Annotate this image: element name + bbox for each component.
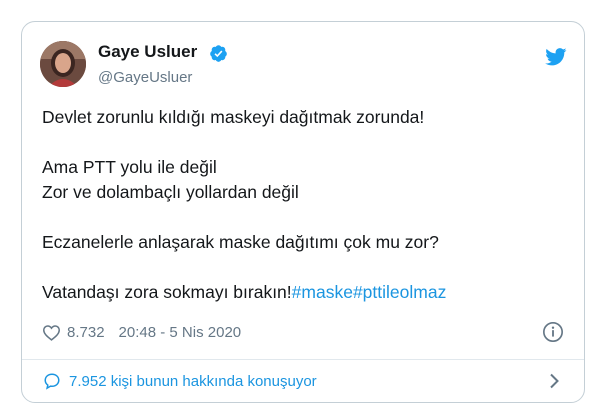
- tweet-line: Zor ve dolambaçlı yollardan değil: [42, 182, 299, 202]
- verified-badge-icon: [210, 45, 227, 62]
- author-handle[interactable]: @GayeUsluer: [98, 69, 192, 86]
- tweet-line: Devlet zorunlu kıldığı maskeyi dağıtmak …: [42, 107, 425, 127]
- chevron-right-icon: [550, 373, 559, 389]
- tweet-card[interactable]: Gaye Usluer @GayeUsluer Devlet zorunlu k…: [21, 21, 585, 403]
- conversation-link[interactable]: 7.952 kişi bunun hakkında konuşuyor: [22, 360, 584, 402]
- avatar-image: [40, 41, 86, 87]
- tweet-line: Vatandaşı zora sokmayı bırakın!: [42, 282, 292, 302]
- tweet-timestamp[interactable]: 20:48 - 5 Nis 2020: [119, 324, 242, 341]
- like-count[interactable]: 8.732: [67, 324, 105, 341]
- info-icon[interactable]: [542, 321, 564, 343]
- tweet-line: Ama PTT yolu ile değil: [42, 157, 217, 177]
- tweet-meta: 8.732 20:48 - 5 Nis 2020: [42, 321, 241, 343]
- hashtag-link[interactable]: #pttileolmaz: [353, 282, 446, 302]
- tweet-line: Eczanelerle anlaşarak maske dağıtımı çok…: [42, 232, 439, 252]
- speech-bubble-icon: [44, 373, 60, 390]
- hashtag-link[interactable]: #maske: [292, 282, 353, 302]
- twitter-bird-icon[interactable]: [545, 48, 567, 66]
- tweet-text: Devlet zorunlu kıldığı maskeyi dağıtmak …: [42, 105, 567, 305]
- heart-icon[interactable]: [42, 324, 61, 341]
- conversation-label: 7.952 kişi bunun hakkında konuşuyor: [69, 372, 317, 390]
- avatar[interactable]: [40, 41, 86, 87]
- tweet-last-line: Vatandaşı zora sokmayı bırakın!#maske#pt…: [42, 280, 567, 305]
- author-name[interactable]: Gaye Usluer: [98, 42, 197, 62]
